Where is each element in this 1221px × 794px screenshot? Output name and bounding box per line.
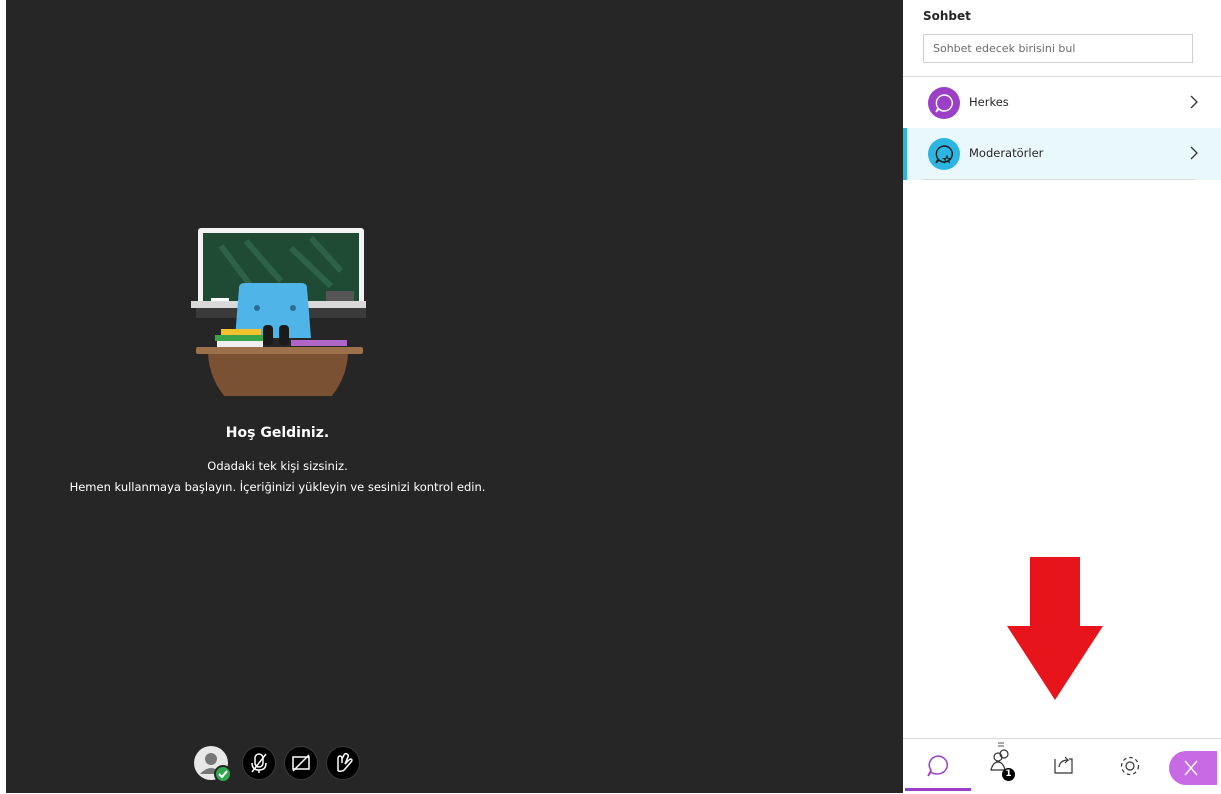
down-arrow-annotation <box>1007 557 1103 700</box>
channel-label: Moderatörler <box>969 146 1044 160</box>
gear-icon <box>1120 756 1140 776</box>
divider <box>923 179 1195 180</box>
tab-settings[interactable] <box>1099 739 1159 794</box>
chat-channel-everyone[interactable]: Herkes <box>903 77 1221 129</box>
attendee-count-badge: 1 <box>1002 768 1015 781</box>
moderator-chat-icon <box>928 138 960 170</box>
chevron-right-icon <box>1190 95 1198 109</box>
camera-off-icon <box>292 754 310 772</box>
share-icon <box>1054 756 1073 774</box>
close-icon <box>1184 760 1198 776</box>
chat-search-input[interactable] <box>923 34 1193 63</box>
welcome-title: Hoş Geldiniz. <box>225 425 330 441</box>
panel-title: Sohbet <box>923 9 971 23</box>
chat-channel-moderators[interactable]: Moderatörler <box>903 128 1221 180</box>
close-panel-button[interactable] <box>1169 751 1217 785</box>
selected-indicator <box>903 128 907 180</box>
chat-icon <box>927 755 948 777</box>
tab-chat[interactable] <box>905 739 971 794</box>
panel-tab-bar: 1 <box>903 738 1221 794</box>
welcome-message-line1: Odadaki tek kişi sizsiniz. <box>207 459 348 473</box>
main-stage: Hoş Geldiniz. Odadaki tek kişi sizsiniz.… <box>6 0 903 793</box>
tab-share-content[interactable] <box>1033 739 1093 794</box>
status-check-badge <box>214 765 232 783</box>
chat-bubble-icon <box>928 87 960 119</box>
attendees-icon <box>990 742 1009 771</box>
my-status-button[interactable] <box>194 746 232 783</box>
classroom-illustration <box>191 228 366 396</box>
camera-toggle-button[interactable] <box>284 746 318 780</box>
tab-attendees[interactable]: 1 <box>971 739 1031 794</box>
mic-off-icon <box>251 753 267 773</box>
microphone-toggle-button[interactable] <box>242 746 276 780</box>
active-tab-indicator <box>905 788 971 791</box>
raise-hand-button[interactable] <box>326 746 360 780</box>
raise-hand-icon <box>337 752 353 772</box>
channel-label: Herkes <box>969 95 1009 109</box>
chevron-right-icon <box>1190 146 1198 160</box>
welcome-message-line2: Hemen kullanmaya başlayın. İçeriğinizi y… <box>69 480 486 494</box>
